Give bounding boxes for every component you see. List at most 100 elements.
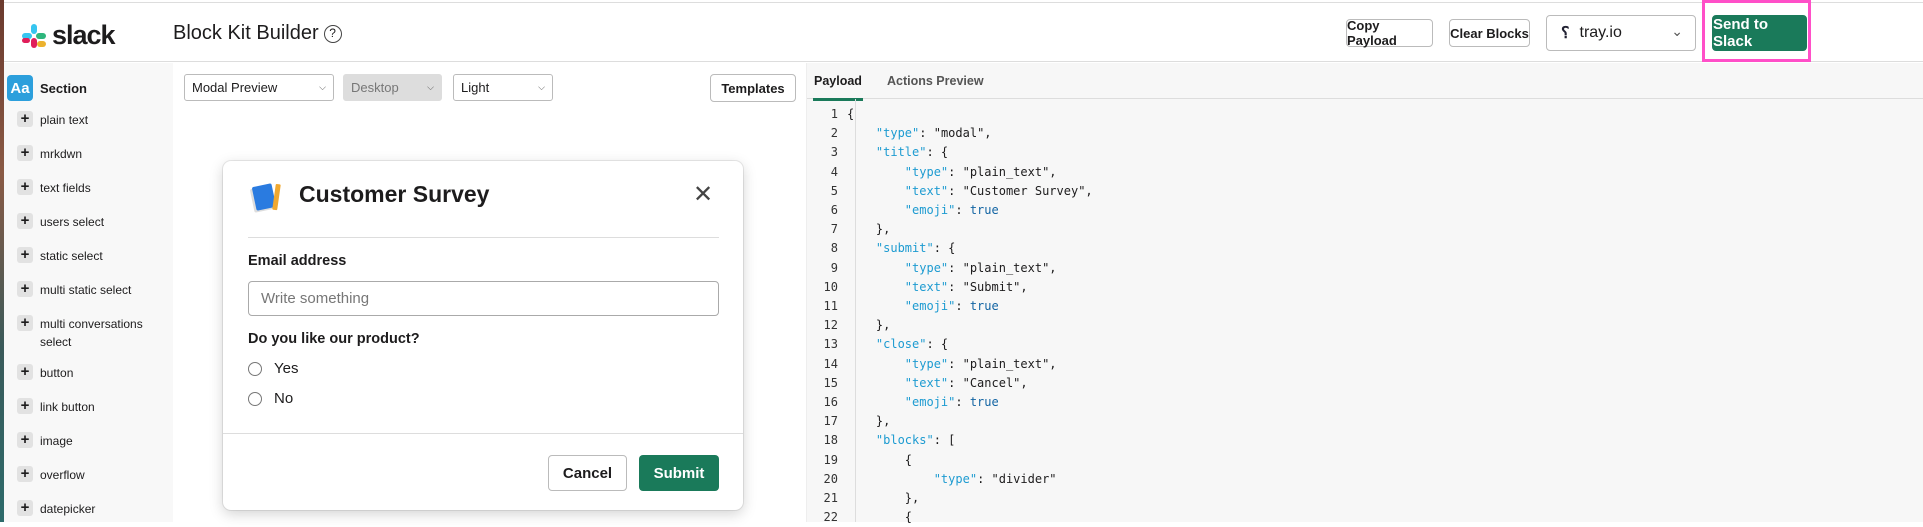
sidebar-item[interactable]: + button <box>17 364 167 382</box>
line-text: "type": "plain_text", <box>904 164 1057 179</box>
radio-option-no[interactable]: No <box>248 390 293 407</box>
cancel-button[interactable]: Cancel <box>548 455 627 491</box>
submit-button[interactable]: Submit <box>639 455 719 491</box>
plus-icon[interactable]: + <box>17 466 33 482</box>
sidebar-item-label: overflow <box>40 468 85 482</box>
help-icon[interactable]: ? <box>323 25 342 43</box>
sidebar-item[interactable]: + link button <box>17 398 167 416</box>
line-number: 6 <box>830 203 838 218</box>
line-number: 14 <box>823 356 838 371</box>
radio-option-yes[interactable]: Yes <box>248 360 298 377</box>
sidebar-item-label: users select <box>40 215 105 229</box>
theme-value: Light <box>461 80 490 95</box>
line-text: "type": "plain_text", <box>904 356 1057 371</box>
line-text: { <box>847 107 855 121</box>
device-value: Desktop <box>351 80 399 95</box>
code-line: 6 "emoji": true <box>807 201 1093 220</box>
clear-blocks-button[interactable]: Clear Blocks <box>1449 19 1530 47</box>
radio-button[interactable] <box>248 391 262 406</box>
line-number: 12 <box>823 318 838 333</box>
radio-button[interactable] <box>248 361 262 376</box>
line-number: 3 <box>830 145 838 160</box>
sidebar-item-label: multi static select <box>40 283 132 297</box>
code-line: 16 "emoji": true <box>807 393 1093 412</box>
line-number: 4 <box>830 164 838 179</box>
email-input[interactable]: Write something <box>248 281 719 316</box>
line-text: "emoji": true <box>904 203 999 218</box>
line-text: "title": { <box>875 145 949 160</box>
theme-select[interactable]: Light ⌵ <box>453 74 553 101</box>
sidebar-item-label: plain text <box>40 113 89 127</box>
highlight-box <box>1702 0 1811 62</box>
preview-mode-value: Modal Preview <box>192 80 278 95</box>
section-header: Aa Section <box>7 75 87 101</box>
chevron-down-icon: ⌄ <box>1671 23 1683 39</box>
line-text: { <box>847 452 913 467</box>
line-text: "text": "Customer Survey", <box>904 183 1093 198</box>
close-icon[interactable]: ✕ <box>693 183 713 207</box>
sidebar-item[interactable]: + datepicker <box>17 500 167 518</box>
plus-icon[interactable]: + <box>17 111 33 127</box>
sidebar-item-label: button <box>40 366 74 380</box>
page-title: Block Kit Builder? <box>173 22 342 45</box>
code-line: 14 "type": "plain_text", <box>807 355 1093 374</box>
plus-icon[interactable]: + <box>17 432 33 448</box>
line-text: }, <box>847 318 891 333</box>
sidebar-item-label: image <box>40 434 73 448</box>
payload-tabs: Payload Actions Preview <box>807 63 1923 101</box>
sidebar-item[interactable]: + users select <box>17 213 167 231</box>
sidebar-item[interactable]: + multi conversations select <box>17 315 167 351</box>
divider <box>248 237 719 238</box>
plus-icon[interactable]: + <box>17 315 33 331</box>
line-number: 1 <box>830 107 838 121</box>
slack-wordmark: slack <box>52 20 116 50</box>
plus-icon[interactable]: + <box>17 145 33 161</box>
modal-title: Customer Survey <box>299 181 490 207</box>
sidebar-item-label: mrkdwn <box>40 147 83 161</box>
sidebar-item[interactable]: + plain text <box>17 111 167 129</box>
plus-icon[interactable]: + <box>17 281 33 297</box>
sidebar-item[interactable]: + overflow <box>17 466 167 484</box>
plus-icon[interactable]: + <box>17 500 33 516</box>
plus-icon[interactable]: + <box>17 247 33 263</box>
sidebar-item[interactable]: + mrkdwn <box>17 145 167 163</box>
code-line: 4 "type": "plain_text", <box>807 163 1093 182</box>
copy-payload-button[interactable]: Copy Payload <box>1346 18 1433 48</box>
sidebar-item[interactable]: + image <box>17 432 167 450</box>
tab-actions-preview[interactable]: Actions Preview <box>887 74 984 88</box>
sidebar-item[interactable]: + multi static select <box>17 281 167 299</box>
line-text: "blocks": [ <box>875 433 956 448</box>
tray-logo-icon: ⸮ <box>1561 25 1570 42</box>
json-editor[interactable]: 1{2 "type": "modal", 3 "title": {4 "type"… <box>807 105 1093 527</box>
app-header: slack Block Kit Builder? Copy Payload Cl… <box>4 3 1923 62</box>
plus-icon[interactable]: + <box>17 398 33 414</box>
line-number: 21 <box>823 491 838 506</box>
sidebar-item[interactable]: + static select <box>17 247 167 265</box>
workspace-select[interactable]: ⸮ tray.io ⌄ <box>1546 15 1696 51</box>
code-line: 19 { <box>807 451 1093 470</box>
tab-payload[interactable]: Payload <box>813 74 863 101</box>
preview-mode-select[interactable]: Modal Preview ⌵ <box>184 74 334 101</box>
code-line: 17 }, <box>807 412 1093 431</box>
notebook-icon <box>250 183 281 213</box>
line-text: }, <box>847 491 920 506</box>
slack-logo[interactable]: slack <box>22 20 116 51</box>
sidebar-item[interactable]: + text fields <box>17 179 167 197</box>
radio-label: Yes <box>274 360 299 377</box>
plus-icon[interactable]: + <box>17 179 33 195</box>
code-line: 22 { <box>807 508 1093 527</box>
code-line: 11 "emoji": true <box>807 297 1093 316</box>
line-text: "close": { <box>875 337 949 352</box>
code-line: 18 "blocks": [ <box>807 431 1093 450</box>
line-text: "submit": { <box>875 241 956 256</box>
templates-button[interactable]: Templates <box>710 74 796 102</box>
block-sidebar: Aa Section + plain text + mrkdwn + text fiel… <box>4 63 173 522</box>
plus-icon[interactable]: + <box>17 213 33 229</box>
plus-icon[interactable]: + <box>17 364 33 380</box>
line-text: "type": "modal", <box>875 126 992 141</box>
line-number: 5 <box>830 183 838 198</box>
question-label: Do you like our product? <box>248 331 420 347</box>
line-text: { <box>847 510 913 525</box>
line-text: "type": "divider" <box>933 471 1057 486</box>
email-placeholder: Write something <box>261 290 370 307</box>
